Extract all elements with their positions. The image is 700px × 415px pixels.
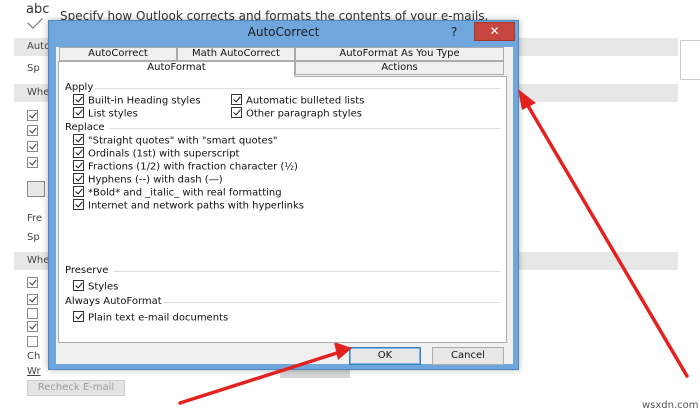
option-label: "Straight quotes" with "smart quotes": [88, 135, 278, 147]
option-label: Other paragraph styles: [246, 108, 362, 120]
background-checkbox[interactable]: [27, 277, 38, 288]
styles-checkbox[interactable]: Styles: [73, 280, 119, 293]
option-label: List styles: [88, 108, 138, 120]
preserve-group-label: Preserve: [65, 265, 109, 276]
option-label: Built-in Heading styles: [88, 95, 201, 107]
dialog-title: AutoCorrect: [247, 25, 320, 39]
section-fragment: Whe: [27, 255, 50, 266]
checkbox-box[interactable]: [73, 107, 84, 118]
option-label: Automatic bulleted lists: [246, 95, 365, 107]
checkbox-box[interactable]: [231, 94, 242, 105]
option-label: *Bold* and _italic_ with real formatting: [88, 187, 282, 199]
watermark: wsxdn.com: [642, 400, 699, 411]
option-label: Plain text e-mail documents: [88, 312, 229, 324]
section-fragment: Auto: [27, 41, 51, 52]
background-checkbox[interactable]: [27, 294, 38, 305]
other-paragraph-styles-checkbox[interactable]: Other paragraph styles: [231, 107, 362, 120]
option-label: Fractions (1/2) with fraction character …: [88, 161, 298, 173]
background-checkbox[interactable]: [27, 336, 38, 347]
tab-math-autocorrect[interactable]: Math AutoCorrect: [177, 47, 295, 61]
group-divider: [163, 302, 500, 303]
background-checkbox[interactable]: [27, 141, 38, 152]
checkbox-box[interactable]: [73, 173, 84, 184]
option-fragment: Fre: [27, 213, 43, 224]
close-button[interactable]: ✕: [474, 22, 515, 41]
section-fragment: Whe: [27, 87, 50, 98]
checkbox-box[interactable]: [73, 199, 84, 210]
tab-actions[interactable]: Actions: [295, 61, 504, 75]
smart-quotes-checkbox[interactable]: "Straight quotes" with "smart quotes": [73, 134, 278, 147]
automatic-bulleted-lists-checkbox[interactable]: Automatic bulleted lists: [231, 94, 365, 107]
checkbox-box[interactable]: [73, 280, 84, 291]
apply-group-label: Apply: [65, 82, 94, 93]
group-divider: [113, 271, 500, 272]
group-divider: [109, 128, 500, 129]
recheck-email-button[interactable]: Recheck E-mail: [27, 380, 125, 396]
dialog-client-area: AutoCorrect Math AutoCorrect AutoFormat …: [56, 47, 513, 365]
built-in-heading-styles-checkbox[interactable]: Built-in Heading styles: [73, 94, 201, 107]
option-label: Internet and network paths with hyperlin…: [88, 200, 304, 212]
autoformat-panel: Apply Built-in Heading styles Automatic …: [58, 76, 507, 343]
help-icon[interactable]: ?: [451, 25, 457, 39]
checkbox-box[interactable]: [231, 107, 242, 118]
option-label: Styles: [88, 281, 119, 293]
background-checkbox[interactable]: [27, 110, 38, 121]
option-label: Hyphens (--) with dash (—): [88, 174, 223, 186]
replace-group-label: Replace: [65, 122, 105, 133]
checkbox-box[interactable]: [73, 311, 84, 322]
checkbox-box[interactable]: [73, 94, 84, 105]
scroll-region-edge: [680, 40, 700, 80]
background-button-stub[interactable]: [27, 181, 45, 197]
hyphens-checkbox[interactable]: Hyphens (--) with dash (—): [73, 173, 223, 186]
plain-text-email-checkbox[interactable]: Plain text e-mail documents: [73, 311, 229, 324]
tab-autocorrect[interactable]: AutoCorrect: [59, 47, 177, 61]
autocorrect-dialog: AutoCorrect ? ✕ AutoCorrect Math AutoCor…: [48, 20, 519, 370]
option-fragment: Wr: [27, 366, 41, 377]
option-fragment: Sp: [27, 232, 40, 243]
list-styles-checkbox[interactable]: List styles: [73, 107, 138, 120]
background-checkbox[interactable]: [27, 125, 38, 136]
option-fragment: Ch: [27, 351, 41, 362]
bold-italic-checkbox[interactable]: *Bold* and _italic_ with real formatting: [73, 186, 282, 199]
ok-button[interactable]: OK: [349, 347, 421, 365]
cancel-button[interactable]: Cancel: [432, 347, 504, 365]
checkbox-box[interactable]: [73, 186, 84, 197]
checkbox-box[interactable]: [73, 134, 84, 145]
option-label: Ordinals (1st) with superscript: [88, 148, 240, 160]
ordinals-checkbox[interactable]: Ordinals (1st) with superscript: [73, 147, 240, 160]
background-checkbox[interactable]: [27, 308, 38, 319]
dialog-titlebar[interactable]: AutoCorrect ? ✕: [49, 21, 518, 46]
always-autoformat-group-label: Always AutoFormat: [65, 296, 162, 307]
checkbox-box[interactable]: [73, 160, 84, 171]
option-fragment: Sp: [27, 63, 40, 74]
group-divider: [95, 88, 500, 89]
tab-autoformat[interactable]: AutoFormat: [58, 61, 295, 77]
background-checkbox[interactable]: [27, 157, 38, 168]
checkbox-box[interactable]: [73, 147, 84, 158]
tab-autoformat-as-you-type[interactable]: AutoFormat As You Type: [295, 47, 504, 61]
fractions-checkbox[interactable]: Fractions (1/2) with fraction character …: [73, 160, 298, 173]
background-checkbox[interactable]: [27, 321, 38, 332]
hyperlinks-checkbox[interactable]: Internet and network paths with hyperlin…: [73, 199, 304, 212]
